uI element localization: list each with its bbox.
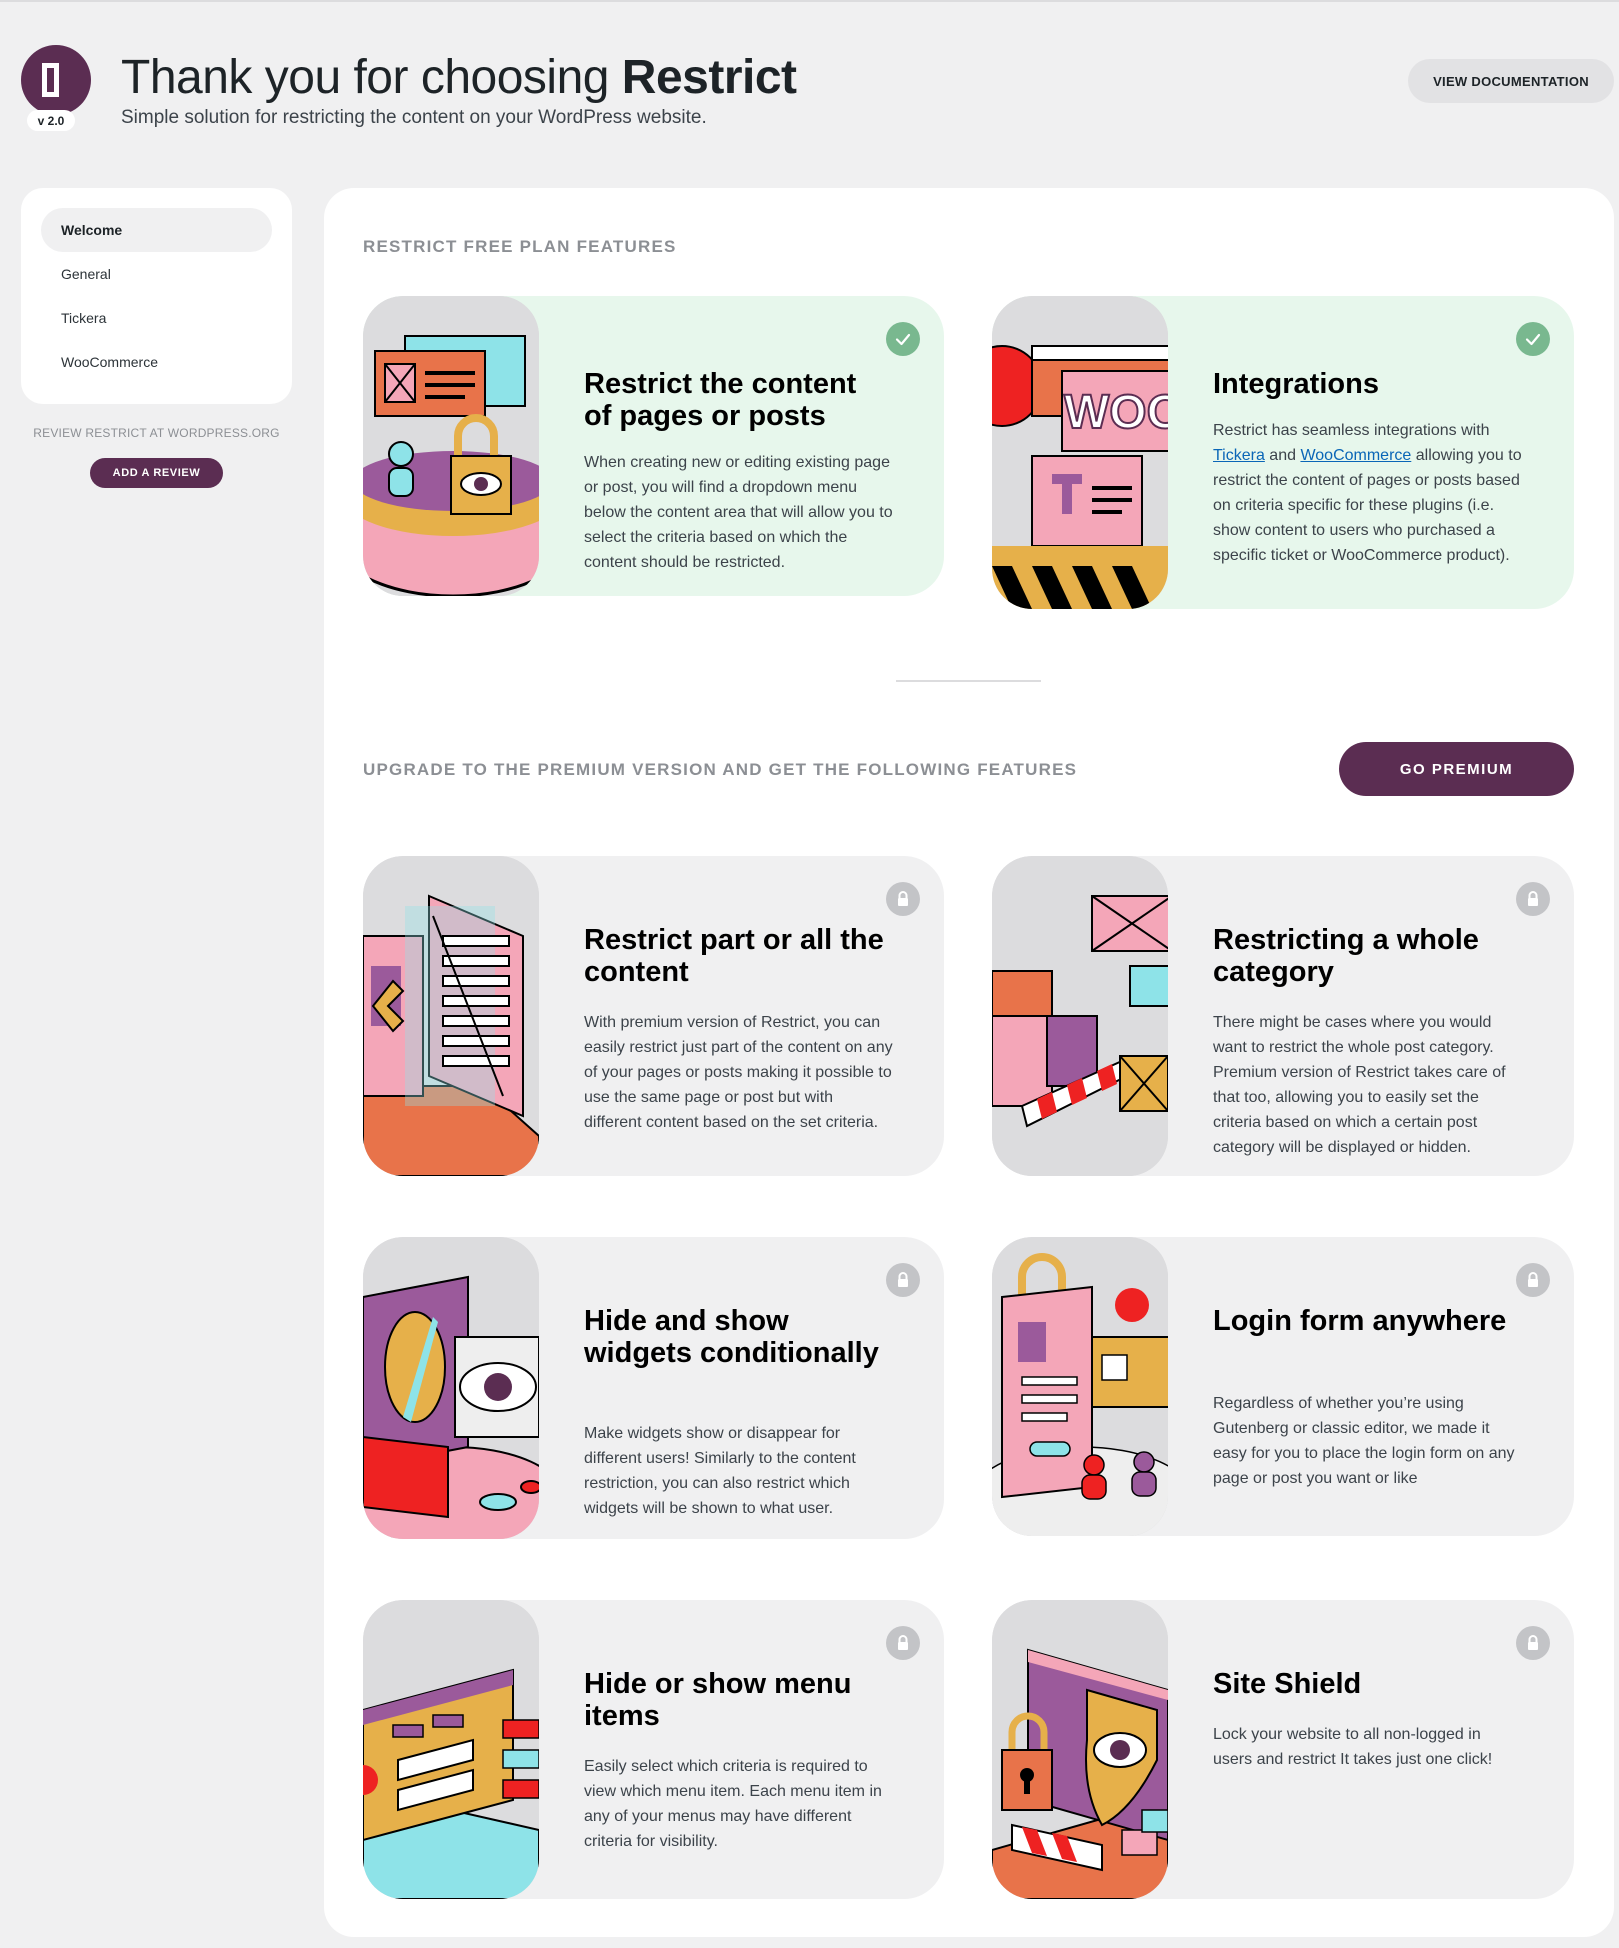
sidebar-item-welcome[interactable]: Welcome [41, 208, 272, 252]
feature-card-restrict-content: Restrict the content of pages or posts W… [363, 296, 944, 596]
version-badge: v 2.0 [27, 110, 75, 131]
feature-card-integrations: WOO Integrations Restrict has seamless i… [992, 296, 1574, 609]
card-title: Restrict part or all the content [584, 924, 884, 988]
integrations-illustration: WOO [992, 296, 1168, 609]
premium-features-heading: UPGRADE TO THE PREMIUM VERSION AND GET T… [363, 760, 1078, 779]
premium-lock-icon [886, 882, 920, 916]
woo-illus-text: WOO [1064, 386, 1168, 439]
view-documentation-button[interactable]: VIEW DOCUMENTATION [1408, 59, 1614, 103]
card-title: Restrict the content of pages or posts [584, 368, 857, 432]
go-premium-button[interactable]: GO PREMIUM [1339, 742, 1574, 796]
premium-lock-icon [1516, 882, 1550, 916]
feature-card-menu-items: Hide or show menu items Easily select wh… [363, 1600, 944, 1899]
card-description: Lock your website to all non-logged in u… [1213, 1726, 1493, 1768]
login-form-illustration [992, 1237, 1168, 1536]
woocommerce-link[interactable]: WooCommerce [1300, 447, 1411, 464]
free-features-heading: RESTRICT FREE PLAN FEATURES [363, 237, 677, 256]
feature-card-login-form: Login form anywhere Regardless of whethe… [992, 1237, 1574, 1536]
card-title: Login form anywhere [1213, 1305, 1507, 1337]
section-divider [896, 680, 1041, 682]
review-link-text[interactable]: REVIEW RESTRICT AT WORDPRESS.ORG [21, 426, 292, 440]
site-shield-illustration [992, 1600, 1168, 1899]
add-review-button[interactable]: ADD A REVIEW [90, 458, 223, 488]
page-subtitle: Simple solution for restricting the cont… [121, 107, 707, 128]
restrict-logo [21, 45, 91, 115]
card-title: Site Shield [1213, 1668, 1362, 1700]
card-description: With premium version of Restrict, you ca… [584, 1014, 893, 1131]
premium-lock-icon [1516, 1626, 1550, 1660]
feature-card-widgets: Hide and show widgets conditionally Make… [363, 1237, 944, 1539]
card-description: Make widgets show or disappear for diffe… [584, 1425, 856, 1517]
restrict-part-illustration [363, 856, 539, 1176]
card-title: Restricting a whole category [1213, 924, 1479, 988]
restrict-logo-icon [42, 63, 70, 97]
included-check-icon [1516, 322, 1550, 356]
card-description: When creating new or editing existing pa… [584, 454, 893, 571]
sidebar-item-woocommerce[interactable]: WooCommerce [41, 340, 272, 384]
card-title: Hide and show widgets conditionally [584, 1305, 879, 1369]
card-description: Regardless of whether you’re using Guten… [1213, 1395, 1515, 1487]
included-check-icon [886, 322, 920, 356]
premium-lock-icon [1516, 1263, 1550, 1297]
card-title: Hide or show menu items [584, 1668, 852, 1732]
premium-lock-icon [886, 1263, 920, 1297]
restrict-category-illustration [992, 856, 1168, 1176]
top-border [0, 0, 1619, 2]
card-title: Integrations [1213, 368, 1379, 400]
card-description: Restrict has seamless integrations with … [1213, 422, 1522, 564]
menu-items-illustration [363, 1600, 539, 1899]
sidebar-nav: Welcome General Tickera WooCommerce [21, 188, 292, 404]
tickera-link[interactable]: Tickera [1213, 447, 1265, 464]
sidebar-item-tickera[interactable]: Tickera [41, 296, 272, 340]
restrict-content-illustration [363, 296, 539, 596]
feature-card-site-shield: Site Shield Lock your website to all non… [992, 1600, 1574, 1899]
widgets-illustration [363, 1237, 539, 1539]
page-title: Thank you for choosing Restrict [121, 51, 797, 104]
feature-card-restrict-category: Restricting a whole category There might… [992, 856, 1574, 1176]
card-description: Easily select which criteria is required… [584, 1758, 882, 1850]
feature-card-restrict-part: Restrict part or all the content With pr… [363, 856, 944, 1176]
sidebar-item-general[interactable]: General [41, 252, 272, 296]
card-description: There might be cases where you would wan… [1213, 1014, 1506, 1156]
premium-lock-icon [886, 1626, 920, 1660]
